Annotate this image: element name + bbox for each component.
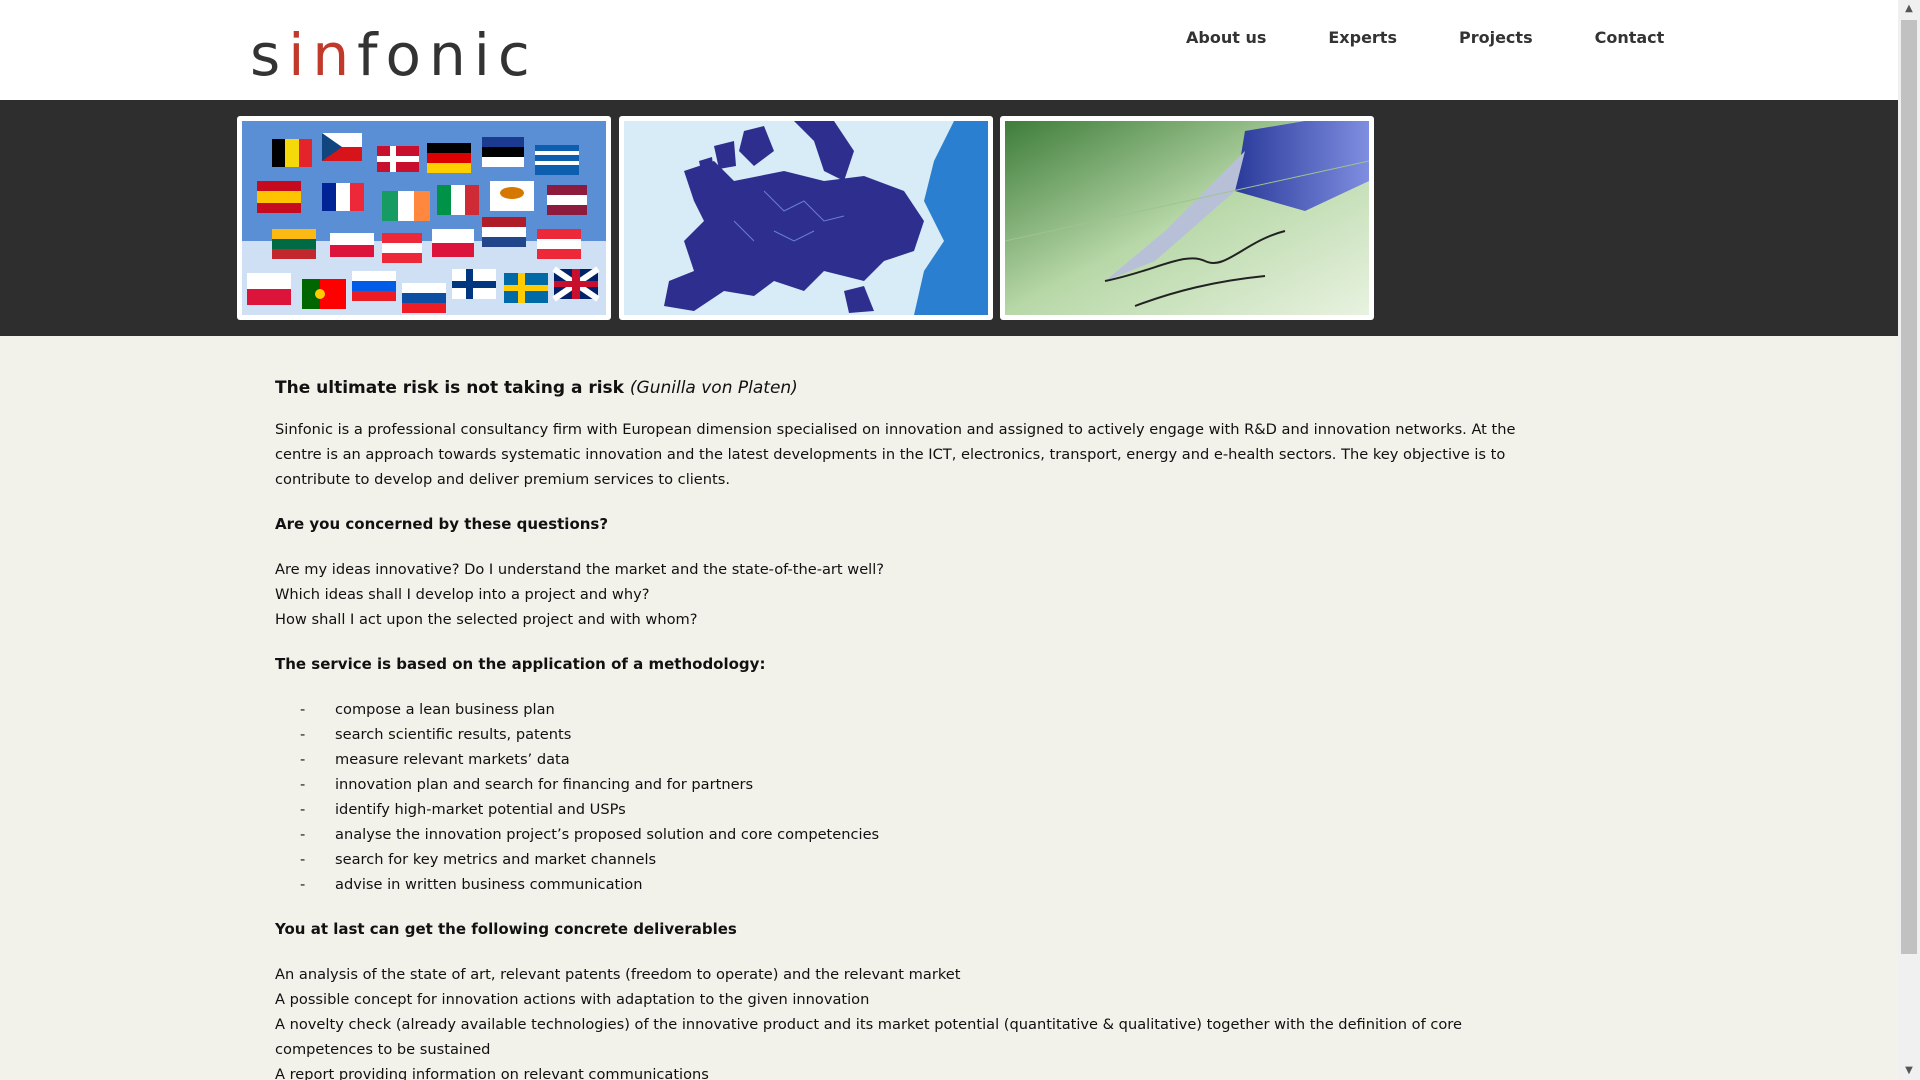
scrollbar-thumb[interactable] bbox=[1901, 20, 1917, 954]
list-item: Which ideas shall I develop into a proje… bbox=[275, 586, 650, 603]
fountain-pen-signature-image bbox=[1000, 116, 1374, 320]
list-item: An analysis of the state of art, relevan… bbox=[275, 966, 961, 983]
nav-about-us[interactable]: About us bbox=[1186, 28, 1266, 47]
page-quote: The ultimate risk is not taking a risk (… bbox=[275, 378, 798, 398]
main-nav: About us Experts Projects Contact bbox=[1186, 28, 1726, 47]
list-item: - compose a lean business plan bbox=[300, 701, 555, 718]
list-item: A report providing information on releva… bbox=[275, 1066, 709, 1080]
quote-author: (Gunilla von Platen) bbox=[629, 378, 798, 398]
sinfonic-logo[interactable]: sinfonic bbox=[250, 26, 538, 84]
deliverables-heading: You at last can get the following concre… bbox=[275, 920, 737, 938]
europe-map-image bbox=[619, 116, 993, 320]
list-item: A novelty check (already available techn… bbox=[275, 1016, 1462, 1058]
european-flags-image bbox=[237, 116, 611, 320]
list-item: - measure relevant markets’ data bbox=[300, 751, 570, 768]
list-item: - search scientific results, patents bbox=[300, 726, 572, 743]
methodology-heading: The service is based on the application … bbox=[275, 655, 766, 673]
list-item: - innovation plan and search for financin… bbox=[300, 776, 754, 793]
methodology-list: - compose a lean business plan - search sc… bbox=[300, 697, 1555, 897]
nav-experts[interactable]: Experts bbox=[1328, 28, 1397, 47]
list-item: - analyse the innovation project’s propos… bbox=[300, 826, 880, 843]
intro-paragraph: Sinfonic is a professional consultancy f… bbox=[275, 421, 1516, 488]
scroll-down-icon[interactable]: ▼ bbox=[1898, 1062, 1920, 1080]
questions-heading: Are you concerned by these questions? bbox=[275, 515, 609, 533]
list-item: - search for key metrics and market chann… bbox=[300, 851, 657, 868]
list-item: Are my ideas innovative? Do I understand… bbox=[275, 561, 885, 578]
list-item: How shall I act upon the selected projec… bbox=[275, 611, 698, 628]
list-item: A possible concept for innovation action… bbox=[275, 991, 870, 1008]
nav-contact[interactable]: Contact bbox=[1595, 28, 1665, 47]
scroll-up-icon[interactable]: ▲ bbox=[1898, 0, 1920, 18]
questions-list: Are my ideas innovative? Do I understand… bbox=[275, 557, 1555, 632]
image-banner bbox=[0, 100, 1898, 336]
deliverables-list: An analysis of the state of art, relevan… bbox=[275, 962, 1555, 1080]
main-content: The ultimate risk is not taking a risk (… bbox=[275, 376, 1555, 1080]
list-item: - identify high-market potential and USPs bbox=[300, 801, 626, 818]
vertical-scrollbar[interactable]: ▲ ▼ bbox=[1898, 0, 1920, 1080]
nav-projects[interactable]: Projects bbox=[1459, 28, 1533, 47]
site-header: sinfonic About us Experts Projects Conta… bbox=[0, 0, 1898, 100]
list-item: - advise in written business communicatio… bbox=[300, 876, 643, 893]
